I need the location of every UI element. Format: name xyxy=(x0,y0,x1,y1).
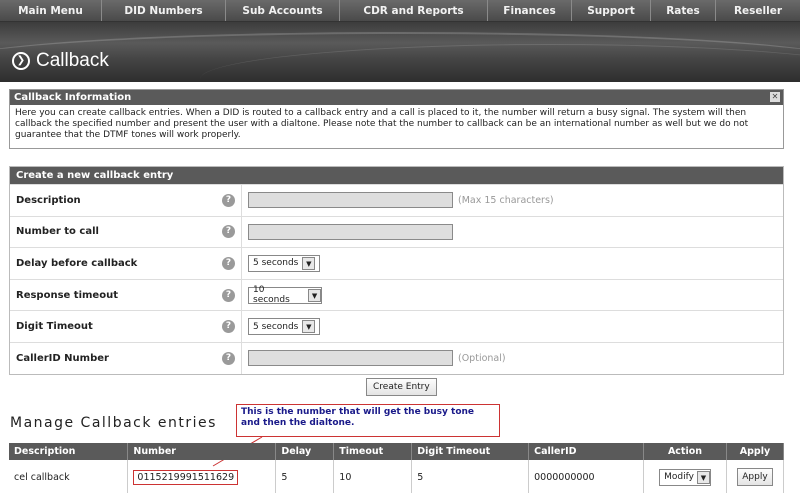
close-icon[interactable]: ✕ xyxy=(770,92,780,102)
nav-main-menu[interactable]: Main Menu xyxy=(0,0,102,21)
row-timeout: 10 xyxy=(333,460,413,493)
col-number[interactable]: Number xyxy=(127,443,277,460)
form-label-cell: Number to call ? xyxy=(10,216,242,248)
table-row: cel callback 0115219991511629 5 10 5 000… xyxy=(9,460,785,493)
form-value-cell: 10 seconds ▼ xyxy=(242,285,322,306)
delay-label: Delay before callback xyxy=(16,257,138,269)
info-panel-title: Callback Information xyxy=(14,92,132,103)
col-description[interactable]: Description xyxy=(9,443,129,460)
chevron-down-icon: ▼ xyxy=(302,256,316,270)
row-description: cel callback xyxy=(9,460,129,493)
number-callout: This is the number that will get the bus… xyxy=(236,404,500,437)
form-row-callerid: CallerID Number ? (Optional) xyxy=(10,341,783,374)
response-timeout-select[interactable]: 10 seconds ▼ xyxy=(248,285,322,306)
info-panel-header: Callback Information ✕ xyxy=(10,90,783,105)
description-hint: (Max 15 characters) xyxy=(458,194,554,206)
help-icon[interactable]: ? xyxy=(222,351,235,365)
callback-entries-table: Description Number Delay Timeout Digit T… xyxy=(9,443,785,493)
header-banner: ❯ Callback xyxy=(0,22,800,82)
apply-button[interactable]: Apply xyxy=(737,468,773,486)
help-icon[interactable]: ? xyxy=(222,193,235,207)
create-callback-form: Create a new callback entry Description … xyxy=(9,166,784,375)
callerid-hint: (Optional) xyxy=(458,352,506,364)
col-digit-timeout[interactable]: Digit Timeout xyxy=(411,443,530,460)
create-entry-button[interactable]: Create Entry xyxy=(366,378,437,396)
action-select[interactable]: Modify ▼ xyxy=(659,468,711,486)
form-row-response-timeout: Response timeout ? 10 seconds ▼ xyxy=(10,278,783,311)
response-timeout-label: Response timeout xyxy=(16,289,118,301)
manage-section-title: Manage Callback entries xyxy=(10,415,217,431)
row-callerid: 0000000000 xyxy=(528,460,645,493)
callerid-label: CallerID Number xyxy=(16,352,109,364)
delay-select-value: 5 seconds xyxy=(253,258,299,269)
form-value-cell: (Optional) xyxy=(242,350,506,367)
info-panel-text: Here you can create callback entries. Wh… xyxy=(15,108,749,140)
form-label-cell: Delay before callback ? xyxy=(10,248,242,279)
col-timeout[interactable]: Timeout xyxy=(333,443,413,460)
nav-support[interactable]: Support xyxy=(572,0,651,21)
digit-timeout-select[interactable]: 5 seconds ▼ xyxy=(248,318,320,336)
col-action: Action xyxy=(643,443,727,460)
nav-reseller[interactable]: Reseller xyxy=(716,0,800,21)
col-delay[interactable]: Delay xyxy=(275,443,335,460)
response-timeout-select-value: 10 seconds xyxy=(253,285,290,306)
form-row-delay: Delay before callback ? 5 seconds ▼ xyxy=(10,247,783,279)
action-select-value: Modify xyxy=(664,472,694,482)
form-row-digit-timeout: Digit Timeout ? 5 seconds ▼ xyxy=(10,310,783,342)
description-input[interactable] xyxy=(248,192,453,209)
circle-chevron-right-icon: ❯ xyxy=(12,52,30,70)
number-to-call-label: Number to call xyxy=(16,226,99,238)
form-value-cell: 5 seconds ▼ xyxy=(242,254,320,272)
table-header-row: Description Number Delay Timeout Digit T… xyxy=(9,443,785,460)
page-title: ❯ Callback xyxy=(12,50,109,72)
form-label-cell: Response timeout ? xyxy=(10,279,242,311)
row-digit-timeout: 5 xyxy=(411,460,530,493)
row-number-cell: 0115219991511629 xyxy=(127,460,277,493)
form-label-cell: Digit Timeout ? xyxy=(10,311,242,342)
chevron-down-icon: ▼ xyxy=(308,288,321,302)
callback-info-panel: Callback Information ✕ Here you can crea… xyxy=(9,89,784,149)
col-apply: Apply xyxy=(726,443,785,460)
delay-select[interactable]: 5 seconds ▼ xyxy=(248,254,320,272)
row-delay: 5 xyxy=(275,460,335,493)
row-action-cell: Modify ▼ xyxy=(643,460,727,493)
row-apply-cell: Apply xyxy=(726,460,785,493)
help-icon[interactable]: ? xyxy=(222,288,235,302)
form-label-cell: CallerID Number ? xyxy=(10,342,242,374)
chevron-down-icon: ▼ xyxy=(302,320,316,334)
nav-sub-accounts[interactable]: Sub Accounts xyxy=(226,0,340,21)
digit-timeout-select-value: 5 seconds xyxy=(253,321,299,332)
form-value-cell: (Max 15 characters) xyxy=(242,192,554,209)
top-nav: Main Menu DID Numbers Sub Accounts CDR a… xyxy=(0,0,800,22)
row-number: 0115219991511629 xyxy=(133,469,239,485)
nav-did-numbers[interactable]: DID Numbers xyxy=(102,0,226,21)
col-callerid[interactable]: CallerID xyxy=(528,443,645,460)
create-form-header: Create a new callback entry xyxy=(10,167,783,184)
help-icon[interactable]: ? xyxy=(222,320,235,334)
help-icon[interactable]: ? xyxy=(222,256,235,270)
form-row-description: Description ? (Max 15 characters) xyxy=(10,184,783,216)
chevron-down-icon: ▼ xyxy=(696,470,710,484)
form-value-cell: 5 seconds ▼ xyxy=(242,318,320,336)
callerid-input[interactable] xyxy=(248,350,453,367)
page-title-text: Callback xyxy=(36,50,109,71)
description-label: Description xyxy=(16,194,81,206)
form-value-cell xyxy=(242,223,453,240)
nav-cdr-and-reports[interactable]: CDR and Reports xyxy=(340,0,488,21)
digit-timeout-label: Digit Timeout xyxy=(16,321,93,333)
nav-finances[interactable]: Finances xyxy=(488,0,572,21)
form-row-number-to-call: Number to call ? xyxy=(10,215,783,248)
help-icon[interactable]: ? xyxy=(222,225,235,239)
number-to-call-input[interactable] xyxy=(248,223,453,240)
form-label-cell: Description ? xyxy=(10,185,242,216)
nav-rates[interactable]: Rates xyxy=(651,0,716,21)
